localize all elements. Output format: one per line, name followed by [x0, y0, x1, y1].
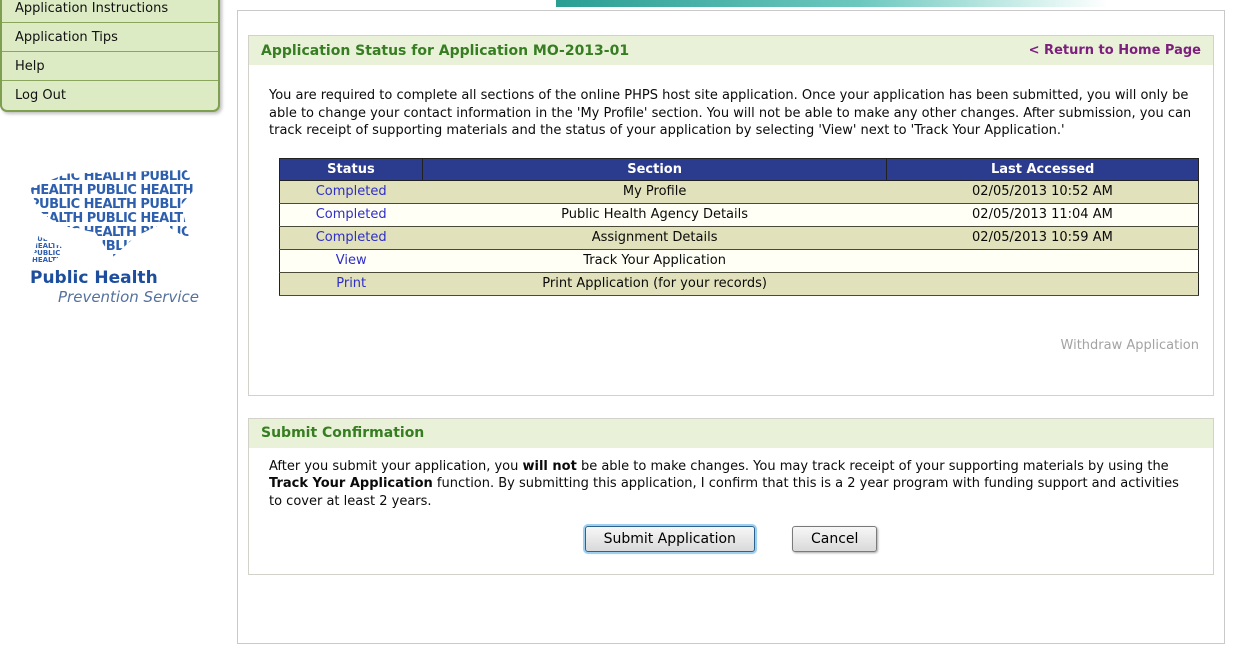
last-accessed-cell: 02/05/2013 11:04 AM — [887, 203, 1199, 226]
withdraw-row: Withdraw Application — [249, 334, 1199, 353]
status-table: Status Section Last Accessed Completed M… — [279, 158, 1199, 296]
table-row: Completed Assignment Details 02/05/2013 … — [280, 226, 1199, 249]
last-accessed-cell — [887, 249, 1199, 272]
application-status-section: Application Status for Application MO-20… — [248, 35, 1214, 396]
status-column-header: Status — [280, 158, 423, 180]
status-section-header: Application Status for Application MO-20… — [249, 36, 1213, 65]
submit-section-header: Submit Confirmation — [249, 419, 1213, 448]
sidebar-menu: Application Instructions Application Tip… — [0, 0, 220, 112]
section-cell: My Profile — [422, 180, 886, 203]
button-row: Submit Application Cancel — [249, 526, 1213, 552]
table-row: Completed Public Health Agency Details 0… — [280, 203, 1199, 226]
submit-confirmation-text: After you submit your application, you w… — [269, 458, 1193, 511]
return-home-link[interactable]: < Return to Home Page — [1029, 43, 1201, 58]
last-accessed-cell — [887, 272, 1199, 295]
page-title: Application Status for Application MO-20… — [261, 43, 629, 59]
status-link[interactable]: Print — [336, 276, 366, 291]
alaska-map-icon: PUBLIC HEALTH PUBLIC HEALTH PUBLIC HEALT… — [32, 236, 68, 262]
status-link[interactable]: View — [336, 253, 367, 268]
logo-subtitle: Prevention Service — [58, 288, 205, 306]
table-row: View Track Your Application — [280, 249, 1199, 272]
submit-application-button[interactable]: Submit Application — [585, 526, 755, 552]
phps-logo: PUBLIC HEALTH PUBLIC HEALTH PUBLIC HEALT… — [30, 170, 205, 306]
main-panel: Application Status for Application MO-20… — [237, 10, 1225, 644]
last-accessed-cell: 02/05/2013 10:52 AM — [887, 180, 1199, 203]
table-row: Print Print Application (for your record… — [280, 272, 1199, 295]
submit-confirmation-section: Submit Confirmation After you submit you… — [248, 418, 1214, 576]
last-accessed-cell: 02/05/2013 10:59 AM — [887, 226, 1199, 249]
last-accessed-column-header: Last Accessed — [887, 158, 1199, 180]
withdraw-application-link[interactable]: Withdraw Application — [1061, 338, 1199, 353]
section-column-header: Section — [422, 158, 886, 180]
table-header-row: Status Section Last Accessed — [280, 158, 1199, 180]
section-cell: Assignment Details — [422, 226, 886, 249]
section-cell: Public Health Agency Details — [422, 203, 886, 226]
section-cell: Print Application (for your records) — [422, 272, 886, 295]
status-table-body: Completed My Profile 02/05/2013 10:52 AM… — [280, 180, 1199, 295]
status-link[interactable]: Completed — [316, 230, 387, 245]
status-link[interactable]: Completed — [316, 184, 387, 199]
sidebar-item-log-out[interactable]: Log Out — [2, 81, 218, 110]
logo-title: Public Health — [30, 268, 205, 288]
submit-section-title: Submit Confirmation — [261, 425, 424, 441]
sidebar-item-help[interactable]: Help — [2, 52, 218, 81]
header-banner-strip — [556, 0, 1108, 7]
section-cell: Track Your Application — [422, 249, 886, 272]
sidebar-item-application-instructions[interactable]: Application Instructions — [2, 0, 218, 23]
cancel-button[interactable]: Cancel — [792, 526, 877, 552]
sidebar-item-application-tips[interactable]: Application Tips — [2, 23, 218, 52]
table-row: Completed My Profile 02/05/2013 10:52 AM — [280, 180, 1199, 203]
status-intro-text: You are required to complete all section… — [269, 87, 1193, 140]
status-link[interactable]: Completed — [316, 207, 387, 222]
